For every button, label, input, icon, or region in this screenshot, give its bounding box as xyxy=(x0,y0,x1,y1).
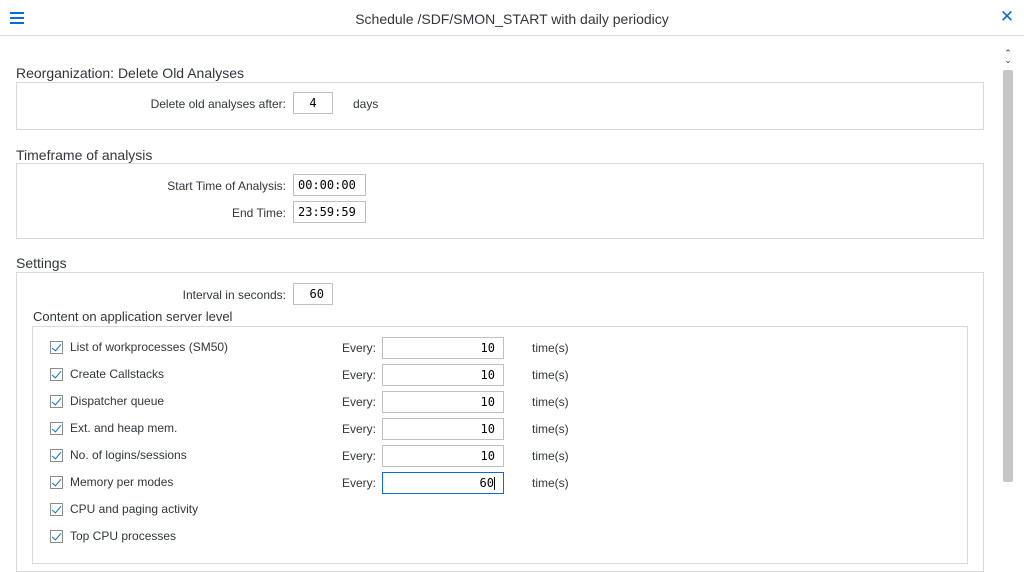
times-unit: time(s) xyxy=(532,368,569,382)
reorganization-section-title: Reorganization: Delete Old Analyses xyxy=(16,65,245,81)
memory-modes-frequency-value: 60 xyxy=(479,476,494,490)
delete-after-input[interactable]: 4 xyxy=(293,92,333,114)
heap-mem-label: Ext. and heap mem. xyxy=(70,421,178,435)
interval-label: Interval in seconds: xyxy=(182,288,286,302)
list-item: CPU and paging activity xyxy=(0,499,1000,521)
callstacks-checkbox[interactable] xyxy=(50,368,63,381)
timeframe-section-title: Timeframe of analysis xyxy=(16,147,153,163)
memory-modes-checkbox[interactable] xyxy=(50,476,63,489)
start-time-input[interactable]: 00:00:00 xyxy=(293,174,366,196)
times-unit: time(s) xyxy=(532,422,569,436)
every-label: Every: xyxy=(342,449,377,463)
text-cursor xyxy=(494,477,495,490)
reorganization-group: Delete old analyses after: 4 days xyxy=(16,82,984,130)
delete-after-label: Delete old analyses after: xyxy=(150,97,286,111)
top-cpu-checkbox[interactable] xyxy=(50,530,63,543)
callstacks-frequency-input[interactable]: 10 xyxy=(382,364,504,386)
memory-modes-label: Memory per modes xyxy=(70,475,174,489)
every-label: Every: xyxy=(342,341,377,355)
timeframe-group: Start Time of Analysis: 00:00:00 End Tim… xyxy=(16,163,984,239)
content-subsection-title: Content on application server level xyxy=(33,309,233,324)
dialog-header: Schedule /SDF/SMON_START with daily peri… xyxy=(0,0,1024,36)
list-item: Memory per modes Every: 60 time(s) xyxy=(0,472,1000,494)
every-label: Every: xyxy=(342,368,377,382)
every-label: Every: xyxy=(342,422,377,436)
dispatcher-queue-frequency-input[interactable]: 10 xyxy=(382,391,504,413)
vertical-scrollbar[interactable] xyxy=(1003,70,1013,482)
heap-mem-checkbox[interactable] xyxy=(50,422,63,435)
times-unit: time(s) xyxy=(532,476,569,490)
times-unit: time(s) xyxy=(532,395,569,409)
interval-input[interactable]: 60 xyxy=(293,283,333,305)
callstacks-label: Create Callstacks xyxy=(70,367,165,381)
list-item: Dispatcher queue Every: 10 time(s) xyxy=(0,391,1000,413)
logins-sessions-frequency-input[interactable]: 10 xyxy=(382,445,504,467)
list-item: Top CPU processes xyxy=(0,526,1000,548)
top-cpu-label: Top CPU processes xyxy=(70,529,177,543)
workprocesses-checkbox[interactable] xyxy=(50,341,63,354)
dispatcher-queue-label: Dispatcher queue xyxy=(70,394,165,408)
dialog-title: Schedule /SDF/SMON_START with daily peri… xyxy=(355,11,669,27)
scroll-up-icon[interactable]: ⌃ ⌄ xyxy=(1002,49,1014,65)
times-unit: time(s) xyxy=(532,341,569,355)
workprocesses-label: List of workprocesses (SM50) xyxy=(70,340,229,354)
cpu-paging-checkbox[interactable] xyxy=(50,503,63,516)
cpu-paging-label: CPU and paging activity xyxy=(70,502,199,516)
list-item: List of workprocesses (SM50) Every: 10 t… xyxy=(0,337,1000,359)
times-unit: time(s) xyxy=(532,449,569,463)
start-time-label: Start Time of Analysis: xyxy=(167,179,286,193)
heap-mem-frequency-input[interactable]: 10 xyxy=(382,418,504,440)
memory-modes-frequency-input[interactable]: 60 xyxy=(382,472,504,494)
end-time-label: End Time: xyxy=(231,206,286,220)
workprocesses-frequency-input[interactable]: 10 xyxy=(382,337,504,359)
list-item: Create Callstacks Every: 10 time(s) xyxy=(0,364,1000,386)
dispatcher-queue-checkbox[interactable] xyxy=(50,395,63,408)
days-unit: days xyxy=(353,97,379,111)
list-item: No. of logins/sessions Every: 10 time(s) xyxy=(0,445,1000,467)
logins-sessions-checkbox[interactable] xyxy=(50,449,63,462)
list-item: Ext. and heap mem. Every: 10 time(s) xyxy=(0,418,1000,440)
logins-sessions-label: No. of logins/sessions xyxy=(70,448,187,462)
every-label: Every: xyxy=(342,395,377,409)
settings-section-title: Settings xyxy=(16,255,67,271)
close-icon[interactable]: ✕ xyxy=(998,8,1016,26)
every-label: Every: xyxy=(342,476,377,490)
end-time-input[interactable]: 23:59:59 xyxy=(293,201,366,223)
